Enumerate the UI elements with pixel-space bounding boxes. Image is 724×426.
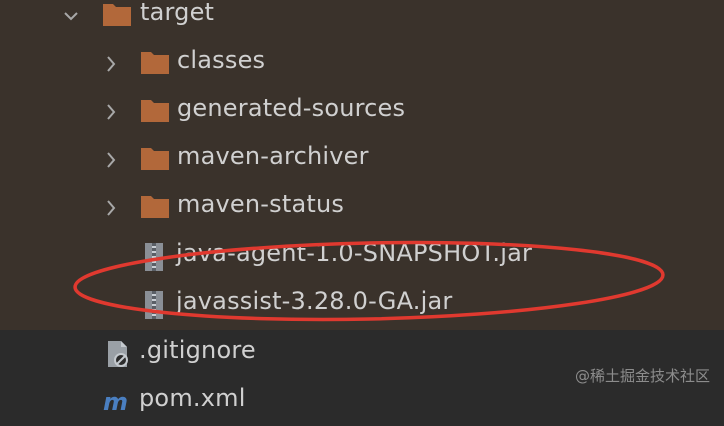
- ignored-file-icon: [106, 340, 130, 368]
- tree-node-javassist-jar[interactable]: javassist-3.28.0-GA.jar: [0, 283, 724, 329]
- watermark: @稀土掘金技术社区: [574, 367, 710, 385]
- tree-node-maven-archiver[interactable]: maven-archiver: [0, 138, 724, 184]
- chevron-down-icon[interactable]: [62, 6, 80, 26]
- tree-node-pom-xml[interactable]: m pom.xml: [0, 380, 724, 426]
- tree-node-generated-sources[interactable]: generated-sources: [0, 90, 724, 136]
- tree-node-label: generated-sources: [177, 94, 406, 122]
- jar-archive-icon: [143, 241, 165, 273]
- folder-icon: [140, 49, 170, 75]
- chevron-right-icon[interactable]: [102, 54, 120, 74]
- folder-icon: [140, 97, 170, 123]
- tree-node-classes[interactable]: classes: [0, 42, 724, 88]
- tree-node-target[interactable]: target: [0, 0, 724, 40]
- chevron-right-icon[interactable]: [102, 102, 120, 122]
- jar-archive-icon: [143, 289, 165, 321]
- tree-node-label: pom.xml: [139, 384, 246, 412]
- maven-pom-icon: m: [103, 388, 128, 416]
- folder-icon: [140, 193, 170, 219]
- chevron-right-icon[interactable]: [102, 150, 120, 170]
- chevron-right-icon[interactable]: [102, 198, 120, 218]
- tree-node-maven-status[interactable]: maven-status: [0, 186, 724, 232]
- folder-icon: [102, 1, 132, 27]
- tree-node-label: maven-status: [177, 190, 345, 218]
- tree-node-label: classes: [177, 46, 266, 74]
- tree-node-label: maven-archiver: [177, 142, 369, 170]
- tree-node-label: target: [140, 0, 215, 26]
- tree-node-java-agent-jar[interactable]: java-agent-1.0-SNAPSHOT.jar: [0, 235, 724, 281]
- folder-icon: [140, 145, 170, 171]
- tree-node-label: javassist-3.28.0-GA.jar: [176, 287, 453, 315]
- tree-node-label: .gitignore: [139, 336, 256, 364]
- svg-text:m: m: [103, 388, 128, 416]
- tree-node-label: java-agent-1.0-SNAPSHOT.jar: [176, 239, 533, 267]
